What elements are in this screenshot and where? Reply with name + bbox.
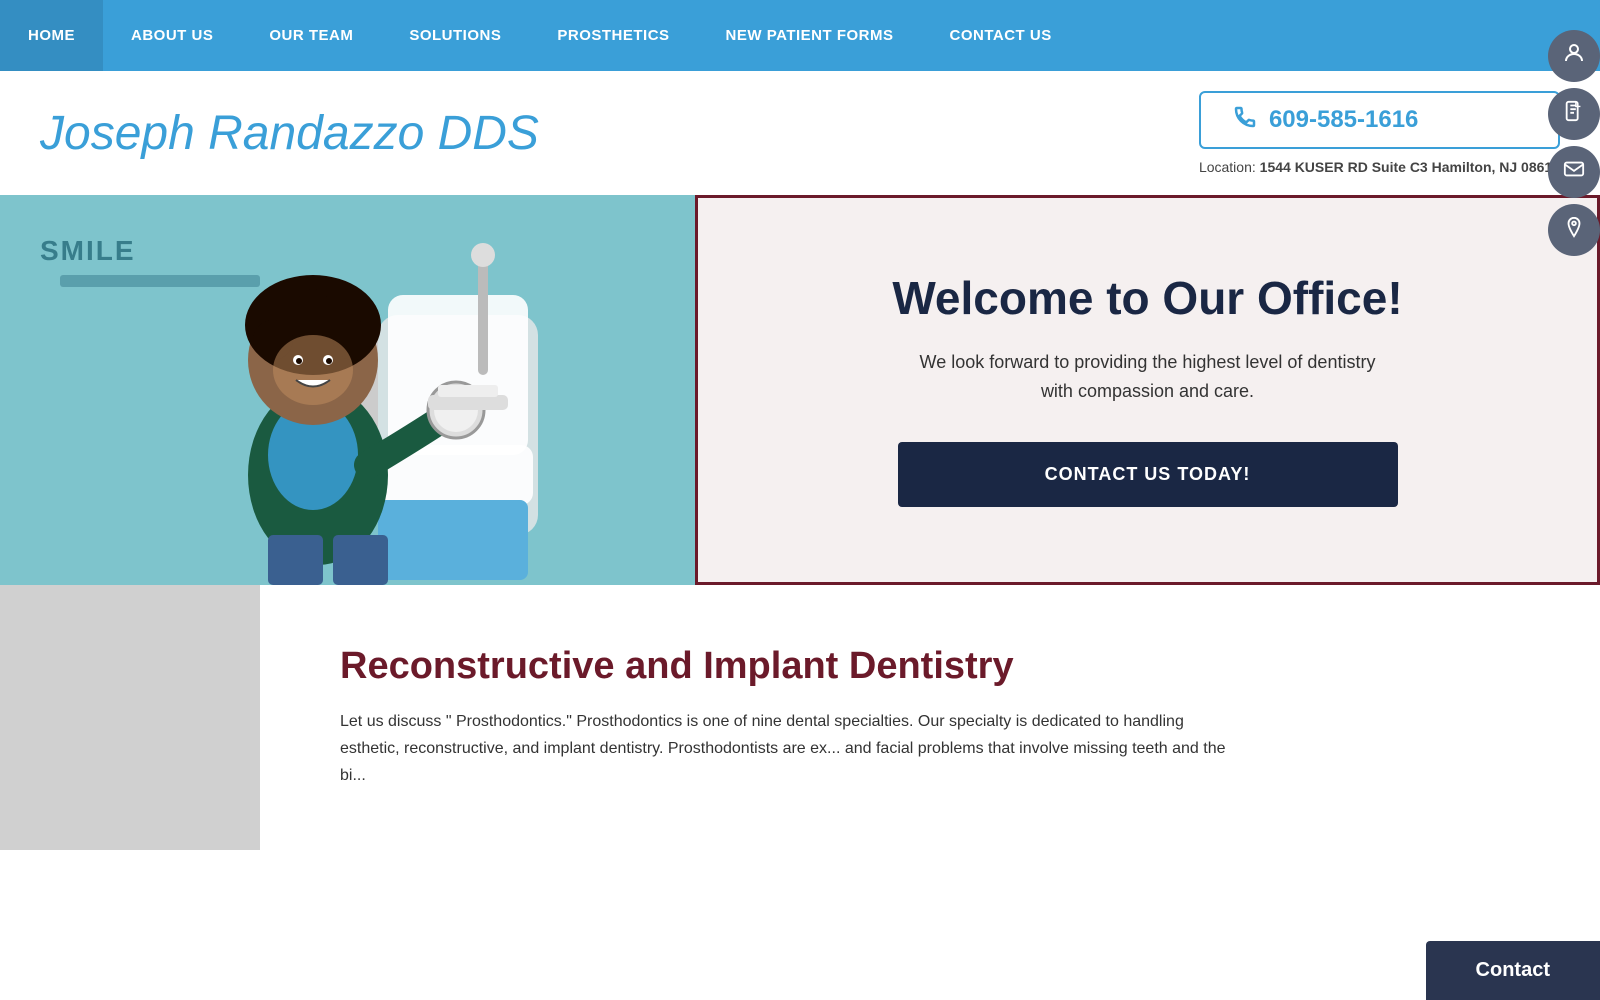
phone-icon <box>1233 105 1257 135</box>
hero-section: SMILE <box>0 195 1600 585</box>
nav-item-home[interactable]: HOME <box>0 0 103 71</box>
document-icon-button[interactable] <box>1548 88 1600 140</box>
nav-item-team[interactable]: OUR TEAM <box>241 0 381 71</box>
contact-floating-bar[interactable]: Contact <box>1426 941 1600 1000</box>
header-contact-info: 609-585-1616 Location: 1544 KUSER RD Sui… <box>1199 91 1560 175</box>
site-title: Joseph Randazzo DDS <box>40 106 539 161</box>
user-icon <box>1562 41 1586 71</box>
floating-sidebar <box>1548 30 1600 256</box>
mail-icon <box>1563 158 1585 186</box>
nav-item-new-patient[interactable]: NEW PATIENT FORMS <box>698 0 922 71</box>
location-address: 1544 KUSER RD Suite C3 Hamilton, NJ 0861… <box>1260 159 1560 175</box>
main-nav: HOME ABOUT US OUR TEAM SOLUTIONS PROSTHE… <box>0 0 1600 71</box>
contact-us-today-button[interactable]: CONTACT US TODAY! <box>898 442 1398 507</box>
nav-item-prosthetics[interactable]: PROSTHETICS <box>529 0 697 71</box>
welcome-description: We look forward to providing the highest… <box>908 348 1388 406</box>
location-icon <box>1563 216 1585 244</box>
lower-gray-panel <box>0 585 260 850</box>
patient-illustration <box>98 195 598 585</box>
page-header: Joseph Randazzo DDS 609-585-1616 Locatio… <box>0 71 1600 195</box>
location-text: Location: 1544 KUSER RD Suite C3 Hamilto… <box>1199 159 1560 175</box>
nav-item-about[interactable]: ABOUT US <box>103 0 241 71</box>
nav-item-contact[interactable]: CONTACT US <box>921 0 1079 71</box>
lower-content: Reconstructive and Implant Dentistry Let… <box>260 585 1600 850</box>
hero-image: SMILE <box>0 195 695 585</box>
section-description: Let us discuss " Prosthodontics." Prosth… <box>340 708 1240 790</box>
location-icon-button[interactable] <box>1548 204 1600 256</box>
section-title: Reconstructive and Implant Dentistry <box>340 645 1520 688</box>
location-prefix: Location: <box>1199 159 1256 175</box>
hero-content-panel: Welcome to Our Office! We look forward t… <box>695 195 1600 585</box>
phone-box[interactable]: 609-585-1616 <box>1199 91 1560 149</box>
phone-number: 609-585-1616 <box>1269 106 1418 134</box>
mail-icon-button[interactable] <box>1548 146 1600 198</box>
welcome-title: Welcome to Our Office! <box>892 273 1402 324</box>
user-icon-button[interactable] <box>1548 30 1600 82</box>
document-icon <box>1563 100 1585 128</box>
nav-item-solutions[interactable]: SOLUTIONS <box>381 0 529 71</box>
lower-section: Reconstructive and Implant Dentistry Let… <box>0 585 1600 850</box>
